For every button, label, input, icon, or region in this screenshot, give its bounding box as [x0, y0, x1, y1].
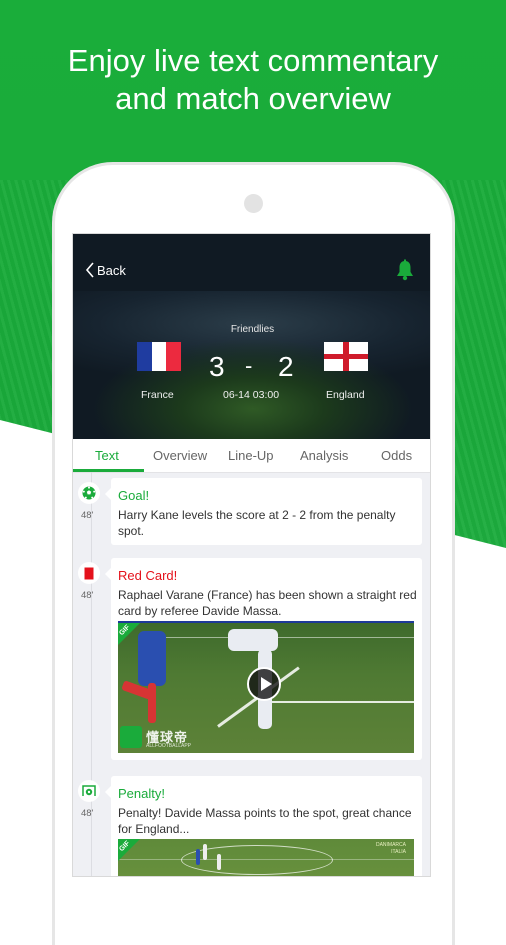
event-title: Red Card! [118, 568, 178, 583]
active-tab-indicator [73, 469, 144, 472]
away-score: 2 [278, 351, 294, 382]
headline-line-1: Enjoy live text commentary [67, 43, 439, 78]
event-gif-video[interactable]: DANIMARCA ITALIA GIF [118, 839, 414, 876]
soccer-ball-icon [82, 486, 96, 500]
event-minute: 48' [81, 510, 94, 521]
watermark-logo-icon [120, 726, 142, 748]
event-text: Penalty! Davide Massa points to the spot… [118, 806, 412, 836]
app-screen: Back Friendlies 3 - 2 France 06-14 03:00… [72, 233, 431, 877]
promo-headline: Enjoy live text commentary and match ove… [0, 42, 506, 118]
match-tabs: Text Overview Line-Up Analysis Odds [73, 439, 430, 473]
score-separator: - [245, 353, 253, 378]
scorebug-team-2: ITALIA [391, 849, 406, 855]
tab-odds[interactable]: Odds [381, 448, 412, 463]
kickoff-time: 06-14 03:00 [223, 389, 280, 401]
tab-analysis[interactable]: Analysis [300, 448, 348, 463]
bell-icon [397, 259, 413, 281]
player-white [217, 854, 221, 870]
event-card-red-card[interactable]: Red Card! Raphael Varane (France) has be… [105, 558, 422, 760]
phone-camera [244, 194, 263, 213]
away-team-flag[interactable] [324, 342, 368, 371]
headline-line-2: and match overview [115, 81, 391, 116]
event-minute: 48' [81, 808, 94, 819]
back-button[interactable]: Back [85, 262, 126, 278]
player-white [203, 844, 207, 860]
red-card-icon [84, 567, 94, 579]
event-icon-goal [78, 482, 100, 504]
tv-scorebug: DANIMARCA ITALIA [376, 842, 406, 856]
home-team-name[interactable]: France [141, 389, 174, 401]
scorebug-team-1: DANIMARCA [375, 842, 406, 848]
event-title: Penalty! [118, 786, 165, 801]
back-label: Back [97, 262, 126, 278]
play-button[interactable] [247, 667, 281, 701]
event-icon-red-card [78, 562, 100, 584]
event-title: Goal! [118, 488, 150, 503]
event-icon-penalty [78, 780, 100, 802]
player-white [228, 629, 278, 651]
event-text: Harry Kane levels the score at 2 - 2 fro… [118, 508, 396, 538]
notification-bell-button[interactable] [395, 259, 415, 286]
watermark-subtext: ALLFOOTBALLAPP [146, 743, 192, 749]
away-team-name[interactable]: England [326, 389, 365, 401]
home-team-flag[interactable] [137, 342, 182, 371]
tab-text[interactable]: Text [95, 448, 119, 463]
tab-line-up[interactable]: Line-Up [228, 448, 274, 463]
event-text: Raphael Varane (France) has been shown a… [118, 588, 417, 618]
player-socks [148, 683, 156, 723]
player-blue [138, 631, 166, 686]
match-header: Back Friendlies 3 - 2 France 06-14 03:00… [73, 234, 430, 439]
navbar [73, 234, 430, 291]
penalty-goal-icon [82, 785, 96, 796]
event-gif-video[interactable]: GIF 懂球帝 ALLFOOTBALLAPP [118, 621, 414, 753]
home-score: 3 [209, 351, 225, 382]
player-blue [196, 849, 200, 865]
tab-overview[interactable]: Overview [153, 448, 207, 463]
event-card-penalty[interactable]: Penalty! Penalty! Davide Massa points to… [105, 776, 422, 876]
league-name: Friendlies [230, 324, 275, 335]
chevron-left-icon [85, 262, 94, 278]
event-minute: 48' [81, 590, 94, 601]
event-card-goal[interactable]: Goal! Harry Kane levels the score at 2 -… [105, 478, 422, 545]
